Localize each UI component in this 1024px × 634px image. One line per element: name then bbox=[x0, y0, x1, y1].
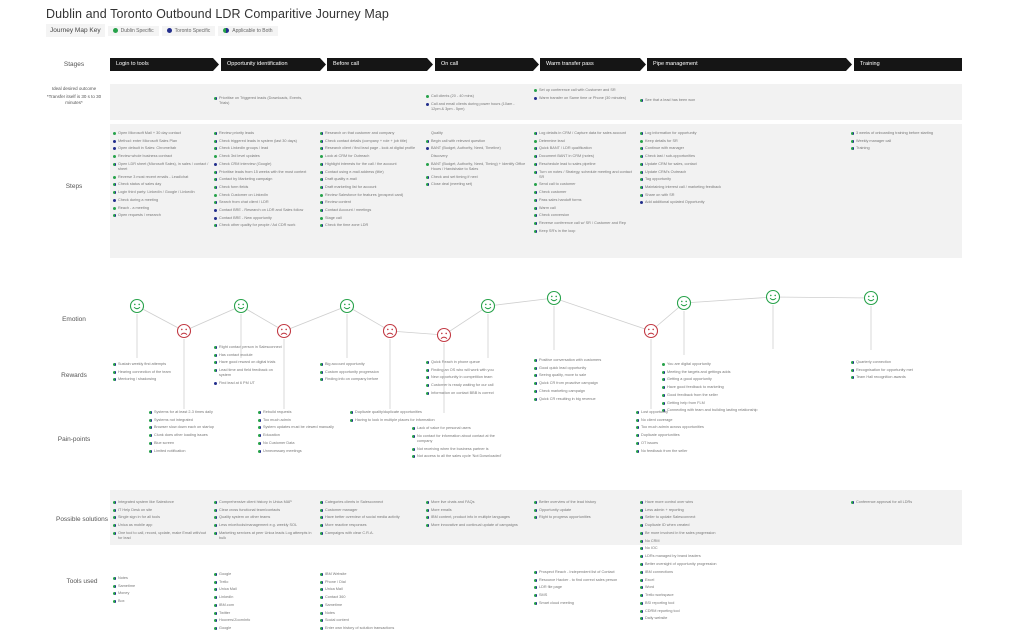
sad-face-icon bbox=[276, 323, 292, 339]
happy-face-icon bbox=[546, 290, 562, 306]
happy-face-icon bbox=[233, 298, 249, 314]
happy-face-icon bbox=[339, 298, 355, 314]
sad-face-icon bbox=[643, 323, 659, 339]
sad-face-icon bbox=[382, 323, 398, 339]
happy-face-icon bbox=[480, 298, 496, 314]
happy-face-icon bbox=[765, 289, 781, 305]
happy-face-icon bbox=[676, 295, 692, 311]
happy-face-icon bbox=[129, 298, 145, 314]
happy-face-icon bbox=[863, 290, 879, 306]
sad-face-icon bbox=[436, 327, 452, 343]
emotion-curve bbox=[129, 289, 879, 413]
sad-face-icon bbox=[176, 323, 192, 339]
